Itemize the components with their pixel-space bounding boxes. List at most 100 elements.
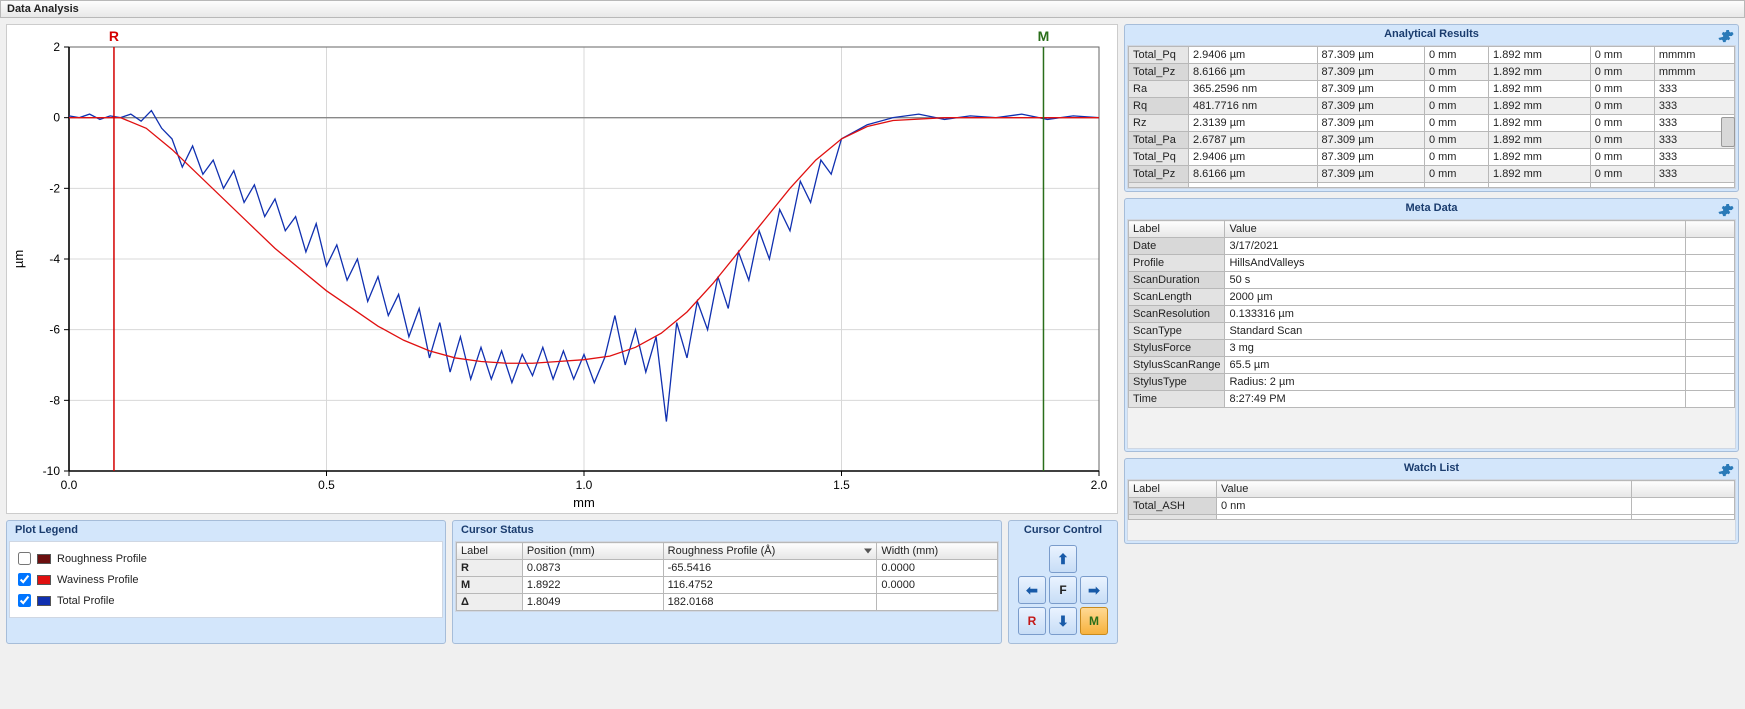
legend-swatch-icon (37, 554, 51, 564)
table-cell: 87.309 µm (1317, 132, 1424, 149)
meta-label: ScanResolution (1129, 306, 1225, 323)
gear-icon[interactable] (1718, 462, 1734, 478)
result-label: Rz (1129, 115, 1189, 132)
title-bar: Data Analysis (0, 0, 1745, 18)
analytical-results-panel: Analytical Results Total_Pq2.9406 µm87.3… (1124, 24, 1739, 192)
analytical-results-title: Analytical Results (1125, 25, 1738, 43)
svg-text:R: R (109, 28, 119, 44)
table-cell: 0 mm (1590, 64, 1654, 81)
table-cell: 0 mm (1424, 149, 1488, 166)
cursor-fit-button[interactable]: F (1049, 576, 1077, 604)
svg-text:0: 0 (53, 111, 60, 125)
result-label: Total_Pa (1129, 132, 1189, 149)
table-cell: 1.8049 (522, 594, 663, 611)
table-cell (1590, 183, 1654, 188)
table-cell: 87.309 µm (1317, 149, 1424, 166)
table-cell: 1.892 mm (1489, 149, 1591, 166)
plot-legend-title: Plot Legend (7, 521, 445, 539)
cursor-status-table: LabelPosition (mm)Roughness Profile (Å)W… (456, 542, 998, 611)
table-cell: 481.7716 nm (1189, 98, 1318, 115)
table-cell: Δ (457, 594, 523, 611)
profile-chart[interactable]: 0.00.51.01.52.020-2-4-6-8-10mmµmRM (6, 24, 1118, 514)
svg-text:-8: -8 (49, 393, 60, 407)
legend-item: Total Profile (18, 590, 434, 611)
table-cell: 0 mm (1590, 81, 1654, 98)
meta-label: Time (1129, 391, 1225, 408)
svg-text:-6: -6 (49, 323, 60, 337)
table-cell: 333 (1654, 98, 1734, 115)
legend-item: Roughness Profile (18, 548, 434, 569)
table-cell: 0 mm (1424, 132, 1488, 149)
table-cell: 2.6787 µm (1189, 132, 1318, 149)
table-cell: 333 (1654, 166, 1734, 183)
svg-text:0.5: 0.5 (318, 478, 335, 492)
meta-value: 3 mg (1225, 340, 1685, 357)
column-header[interactable]: Roughness Profile (Å) (663, 543, 877, 560)
legend-checkbox[interactable] (18, 573, 31, 586)
plot-legend-panel: Plot Legend Roughness ProfileWaviness Pr… (6, 520, 446, 644)
table-cell: 1.892 mm (1489, 98, 1591, 115)
legend-checkbox[interactable] (18, 594, 31, 607)
meta-label: ScanType (1129, 323, 1225, 340)
table-cell (1489, 183, 1591, 188)
watch-label (1129, 515, 1217, 520)
table-cell: 116.4752 (663, 577, 877, 594)
meta-label: StylusForce (1129, 340, 1225, 357)
table-cell: 87.309 µm (1317, 98, 1424, 115)
table-cell: 87.309 µm (1317, 166, 1424, 183)
svg-text:1.0: 1.0 (576, 478, 593, 492)
svg-text:1.5: 1.5 (833, 478, 850, 492)
gear-icon[interactable] (1718, 28, 1734, 44)
meta-value: Radius: 2 µm (1225, 374, 1685, 391)
meta-value: 50 s (1225, 272, 1685, 289)
column-header: Value (1217, 481, 1632, 498)
table-cell: R (457, 560, 523, 577)
table-cell: 0 mm (1590, 47, 1654, 64)
arrow-left-icon: ⬅ (1026, 582, 1038, 599)
table-cell: 0 mm (1424, 115, 1488, 132)
meta-label: Date (1129, 238, 1225, 255)
svg-text:-4: -4 (49, 252, 60, 266)
column-header: Label (1129, 481, 1217, 498)
svg-text:0.0: 0.0 (61, 478, 78, 492)
cursor-right-button[interactable]: ➡ (1080, 576, 1108, 604)
scrollbar[interactable] (1721, 117, 1735, 147)
table-cell: 0.0000 (877, 560, 998, 577)
arrow-right-icon: ➡ (1088, 582, 1100, 599)
legend-swatch-icon (37, 575, 51, 585)
analytical-results-table: Total_Pq2.9406 µm87.309 µm0 mm1.892 mm0 … (1128, 46, 1735, 188)
table-cell: 87.309 µm (1317, 81, 1424, 98)
table-cell: 2.3139 µm (1189, 115, 1318, 132)
table-cell: 87.309 µm (1317, 47, 1424, 64)
table-cell (1654, 183, 1734, 188)
table-cell: 333 (1654, 149, 1734, 166)
table-cell: 0 mm (1590, 98, 1654, 115)
table-cell: 87.309 µm (1317, 64, 1424, 81)
cursor-left-button[interactable]: ⬅ (1018, 576, 1046, 604)
svg-text:M: M (1038, 28, 1050, 44)
table-cell: 365.2596 nm (1189, 81, 1318, 98)
cursor-m-button[interactable]: M (1080, 607, 1108, 635)
meta-label: Profile (1129, 255, 1225, 272)
meta-value: 3/17/2021 (1225, 238, 1685, 255)
table-cell: 1.892 mm (1489, 81, 1591, 98)
table-cell (1189, 183, 1318, 188)
column-header: Position (mm) (522, 543, 663, 560)
arrow-down-icon: ⬇ (1057, 613, 1069, 630)
meta-value: Standard Scan (1225, 323, 1685, 340)
watch-list-title: Watch List (1125, 459, 1738, 477)
table-cell: 0.0873 (522, 560, 663, 577)
table-cell: 2.9406 µm (1189, 47, 1318, 64)
gear-icon[interactable] (1718, 202, 1734, 218)
column-header: Value (1225, 221, 1685, 238)
table-cell (877, 594, 998, 611)
table-cell: 0 mm (1590, 149, 1654, 166)
cursor-up-button[interactable]: ⬆ (1049, 545, 1077, 573)
meta-label: ScanDuration (1129, 272, 1225, 289)
table-cell: 0 mm (1590, 115, 1654, 132)
legend-checkbox[interactable] (18, 552, 31, 565)
svg-text:-2: -2 (49, 181, 60, 195)
chevron-down-icon (864, 549, 872, 554)
cursor-r-button[interactable]: R (1018, 607, 1046, 635)
cursor-down-button[interactable]: ⬇ (1049, 607, 1077, 635)
